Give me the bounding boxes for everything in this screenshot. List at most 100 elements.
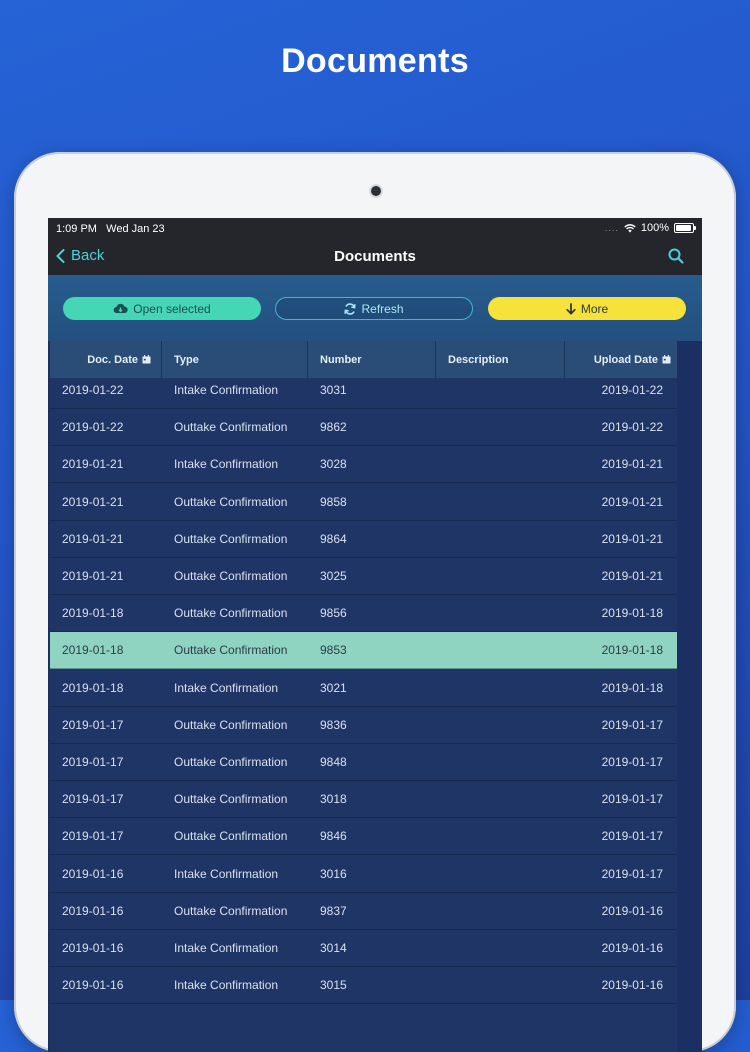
cell-type: Outtake Confirmation <box>174 903 288 918</box>
promo-title: Documents <box>281 42 469 80</box>
search-button[interactable] <box>668 248 684 264</box>
table-row[interactable]: 2019-01-17 Outtake Confirmation 3018 2019-0… <box>50 781 677 819</box>
cell-number: 3018 <box>320 792 347 807</box>
cell-number: 9853 <box>320 643 347 658</box>
cell-doc-date: 2019-01-21 <box>62 494 124 509</box>
cell-doc-date: 2019-01-16 <box>62 903 124 918</box>
table-row[interactable]: 2019-01-16 Intake Confirmation 3015 2019-01… <box>50 967 677 1005</box>
documents-table-body: 2019-01-22 Intake Confirmation 3031 2019-01… <box>50 378 677 1052</box>
cell-doc-date: 2019-01-18 <box>62 606 124 621</box>
arrow-down-icon <box>566 302 576 315</box>
table-row[interactable]: 2019-01-21 Outtake Confirmation 9858 2019-0… <box>50 484 677 521</box>
cloud-download-icon <box>113 303 128 314</box>
table-row[interactable]: 2019-01-17 Outtake Confirmation 9848 2019-0… <box>50 744 677 781</box>
status-time: 1:09 PM Wed Jan 23 <box>56 223 165 235</box>
cell-upload-date: 2019-01-18 <box>601 606 663 621</box>
cell-upload-date: 2019-01-21 <box>601 531 663 546</box>
navigation-bar: 1:09 PM Wed Jan 23 .... 100% Back Docume… <box>48 218 702 275</box>
table-row[interactable]: 2019-01-21 Intake Confirmation 3028 2019-01… <box>50 446 677 484</box>
cell-doc-date: 2019-01-21 <box>62 457 124 472</box>
status-time-text: 1:09 PM <box>56 223 97 235</box>
cell-upload-date: 2019-01-17 <box>601 717 663 732</box>
cell-upload-date: 2019-01-16 <box>601 978 663 993</box>
table-row[interactable]: 2019-01-21 Outtake Confirmation 9864 2019-0… <box>50 521 677 558</box>
refresh-button[interactable]: Refresh <box>275 297 473 320</box>
status-bar: 1:09 PM Wed Jan 23 .... 100% <box>48 218 702 238</box>
table-row[interactable]: 2019-01-16 Outtake Confirmation 9837 2019-0… <box>50 893 677 930</box>
cell-type: Intake Confirmation <box>174 941 279 955</box>
cell-doc-date: 2019-01-16 <box>62 941 124 955</box>
cell-doc-date: 2019-01-18 <box>62 680 124 695</box>
cell-doc-date: 2019-01-21 <box>62 569 124 583</box>
open-selected-label: Open selected <box>133 301 211 316</box>
cell-doc-date: 2019-01-18 <box>62 643 124 658</box>
table-row[interactable]: 2019-01-17 Outtake Confirmation 9836 2019-0… <box>50 707 677 744</box>
table-row[interactable]: 2019-01-22 Outtake Confirmation 9862 2019-0… <box>50 409 677 447</box>
refresh-icon <box>344 302 357 315</box>
upload-date-header-label: Upload Date <box>593 353 658 366</box>
number-header-label: Number <box>320 353 362 366</box>
nav-title: Documents <box>334 248 416 265</box>
wifi-icon <box>624 223 636 232</box>
signal-dots: .... <box>604 223 619 233</box>
cell-type: Outtake Confirmation <box>174 643 288 658</box>
more-button[interactable]: More <box>488 297 686 320</box>
cell-upload-date: 2019-01-17 <box>601 792 663 807</box>
cell-number: 3031 <box>320 383 347 397</box>
cell-upload-date: 2019-01-17 <box>601 829 663 844</box>
cell-number: 9837 <box>320 903 347 918</box>
refresh-label: Refresh <box>361 301 404 316</box>
table-row[interactable]: 2019-01-22 Intake Confirmation 3031 2019-01… <box>50 372 677 409</box>
cell-type: Intake Confirmation <box>174 383 279 397</box>
calendar-icon <box>662 355 671 364</box>
cell-doc-date: 2019-01-16 <box>62 978 124 993</box>
cell-type: Outtake Confirmation <box>174 606 288 621</box>
more-label: More <box>580 301 609 316</box>
open-selected-button[interactable]: Open selected <box>63 297 261 320</box>
cell-number: 9858 <box>320 494 347 509</box>
table-row[interactable]: 2019-01-18 Outtake Confirmation 9856 2019-0… <box>50 595 677 633</box>
cell-number: 3015 <box>320 978 347 993</box>
cell-number: 9864 <box>320 531 347 546</box>
cell-type: Intake Confirmation <box>174 866 279 881</box>
cell-doc-date: 2019-01-16 <box>62 866 124 881</box>
table-row[interactable]: 2019-01-16 Intake Confirmation 3016 2019-01… <box>50 856 677 893</box>
cell-doc-date: 2019-01-17 <box>62 755 124 769</box>
cell-upload-date: 2019-01-17 <box>601 866 663 881</box>
cell-doc-date: 2019-01-22 <box>62 383 124 397</box>
cell-type: Intake Confirmation <box>174 457 279 472</box>
action-toolbar: Open selected Refresh More <box>48 275 702 341</box>
cell-doc-date: 2019-01-22 <box>62 420 124 435</box>
table-row[interactable]: 2019-01-16 Intake Confirmation 3014 2019-01… <box>50 930 677 967</box>
cell-doc-date: 2019-01-17 <box>62 717 124 732</box>
status-date-text: Wed Jan 23 <box>106 223 165 235</box>
cell-type: Outtake Confirmation <box>174 420 288 435</box>
cell-type: Outtake Confirmation <box>174 792 288 807</box>
cell-upload-date: 2019-01-16 <box>601 903 663 918</box>
cell-type: Outtake Confirmation <box>174 531 288 546</box>
cell-number: 3014 <box>320 941 347 955</box>
table-row[interactable]: 2019-01-18 Intake Confirmation 3021 2019-01… <box>50 670 677 707</box>
cell-number: 3021 <box>320 680 347 695</box>
search-icon <box>668 248 684 264</box>
cell-upload-date: 2019-01-21 <box>601 494 663 509</box>
table-row[interactable]: 2019-01-21 Outtake Confirmation 3025 2019-0… <box>50 558 677 595</box>
description-header-label: Description <box>448 353 509 366</box>
cell-number: 3025 <box>320 569 347 583</box>
cell-doc-date: 2019-01-17 <box>62 792 124 807</box>
cell-number: 3028 <box>320 457 347 472</box>
cell-type: Outtake Confirmation <box>174 717 288 732</box>
cell-doc-date: 2019-01-21 <box>62 531 124 546</box>
cell-type: Intake Confirmation <box>174 680 279 695</box>
cell-type: Outtake Confirmation <box>174 755 288 769</box>
cell-upload-date: 2019-01-16 <box>601 941 663 955</box>
doc-date-header-label: Doc. Date <box>87 353 138 366</box>
cell-number: 9846 <box>320 829 347 844</box>
table-row[interactable]: 2019-01-17 Outtake Confirmation 9846 2019-0… <box>50 818 677 856</box>
type-header-label: Type <box>174 353 199 366</box>
cell-upload-date: 2019-01-21 <box>601 569 663 583</box>
camera-icon <box>371 186 381 196</box>
table-row[interactable]: 2019-01-18 Outtake Confirmation 9853 2019-0… <box>50 632 677 670</box>
battery-percent: 100% <box>640 222 669 234</box>
battery-icon <box>674 223 696 233</box>
